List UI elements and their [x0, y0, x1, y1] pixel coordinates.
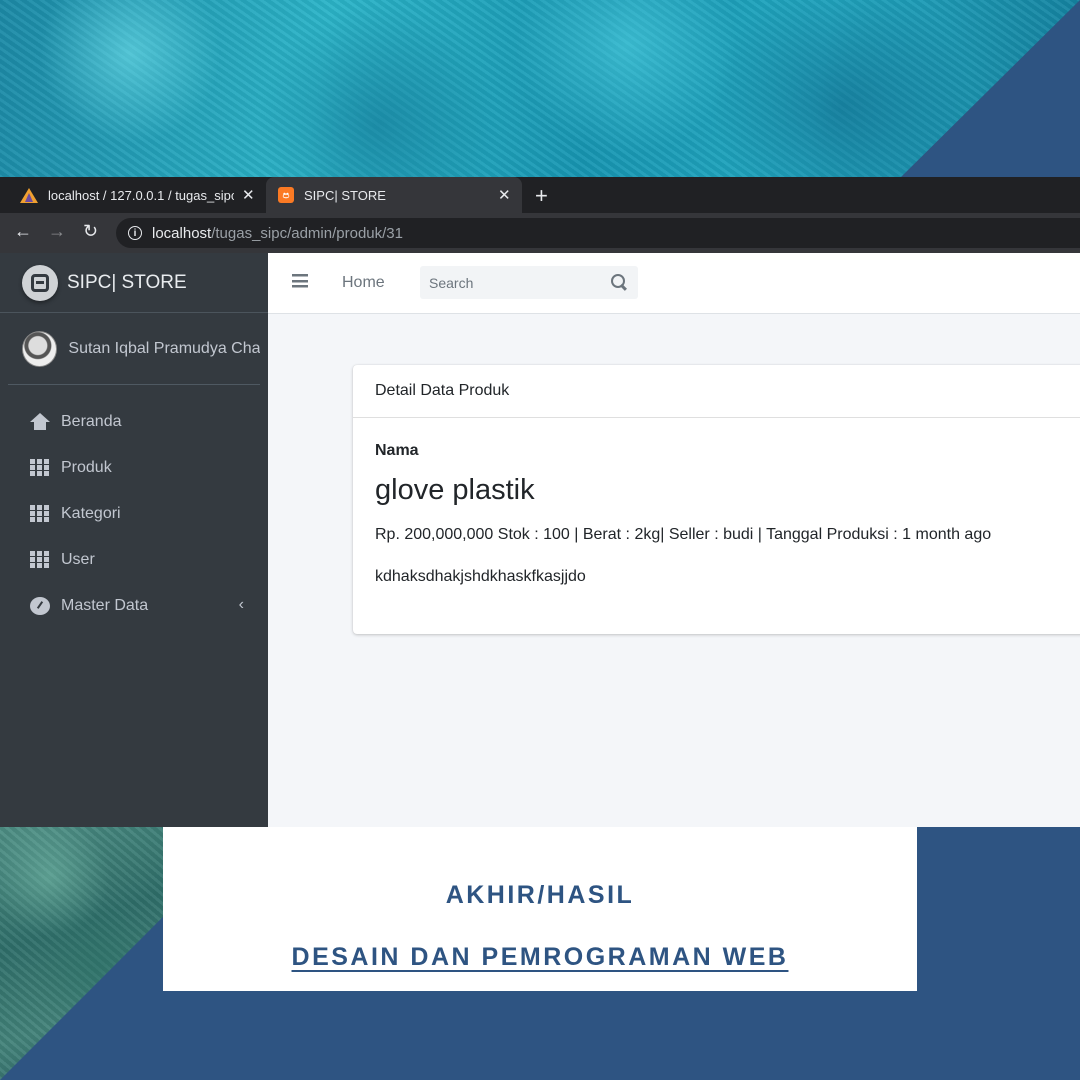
browser-tab-bar: localhost / 127.0.0.1 / tugas_sipc ✕ ප S… [0, 177, 1080, 213]
sidebar-item-produk[interactable]: Produk [0, 445, 268, 491]
sidebar-item-label: Beranda [61, 413, 122, 430]
url-path: /tugas_sipc/admin/produk/31 [211, 224, 403, 242]
background-texture-top [0, 0, 1080, 178]
banner-title: AKHIR/HASIL [445, 881, 635, 909]
sidebar: SIPC| STORE Sutan Iqbal Pramudya Cha Ber… [0, 253, 268, 827]
back-icon[interactable]: ← [14, 221, 32, 242]
close-icon[interactable]: ✕ [242, 186, 255, 204]
reload-icon[interactable]: ↻ [83, 221, 98, 242]
forward-icon[interactable]: → [48, 221, 66, 242]
sidebar-item-label: Master Data [61, 597, 149, 614]
tab-title: localhost / 127.0.0.1 / tugas_sipc [48, 187, 234, 203]
top-navbar: Home [268, 253, 1080, 314]
tab-title: SIPC| STORE [304, 187, 386, 203]
chevron-left-icon: ‹ [238, 596, 244, 613]
field-label: Nama [375, 442, 419, 459]
brand-logo-icon [22, 264, 58, 301]
user-panel[interactable]: Sutan Iqbal Pramudya Cha [8, 313, 260, 385]
sidebar-item-kategori[interactable]: Kategori [0, 491, 268, 537]
sidebar-item-master-data[interactable]: Master Data ‹ [0, 583, 268, 629]
product-detail-card: Detail Data Produk Nama glove plastik Rp… [353, 365, 1080, 634]
home-icon [30, 413, 50, 431]
search-input[interactable] [420, 266, 600, 299]
avatar [22, 330, 58, 367]
card-body: Nama glove plastik Rp. 200,000,000 Stok … [353, 418, 1080, 610]
card-title: Detail Data Produk [353, 365, 1080, 418]
user-name: Sutan Iqbal Pramudya Cha [68, 339, 260, 357]
url-host: localhost [152, 224, 212, 242]
menu-toggle-icon[interactable] [292, 274, 308, 288]
background-texture-bottom [0, 826, 165, 1080]
brand-link[interactable]: SIPC| STORE [0, 253, 268, 313]
grid-icon [30, 551, 50, 569]
product-description: kdhaksdhakjshdkhaskfkasjjdo [375, 568, 586, 585]
nav-link-home[interactable]: Home [342, 274, 385, 292]
caption-banner: AKHIR/HASIL DESAIN DAN PEMROGRAMAN WEB [163, 827, 917, 991]
grid-icon [30, 505, 50, 523]
address-bar[interactable]: i localhost/tugas_sipc/admin/produk/31 [116, 218, 1080, 248]
gauge-icon [30, 597, 50, 615]
sidebar-item-label: Produk [61, 459, 112, 476]
product-name: glove plastik [375, 474, 535, 506]
sidebar-item-beranda[interactable]: Beranda [0, 399, 268, 445]
content-wrapper: Detail Data Produk Nama glove plastik Rp… [268, 314, 1080, 827]
banner-subtitle: DESAIN DAN PEMROGRAMAN WEB [291, 943, 789, 971]
sidebar-item-label: Kategori [61, 505, 121, 522]
sidebar-item-label: User [61, 551, 95, 568]
info-icon[interactable]: i [128, 226, 142, 240]
browser-tab-phpmyadmin[interactable]: localhost / 127.0.0.1 / tugas_sipc ✕ [0, 177, 266, 213]
close-icon[interactable]: ✕ [498, 186, 511, 204]
new-tab-icon[interactable]: + [535, 183, 548, 209]
brand-text: SIPC| STORE [67, 271, 187, 293]
sidebar-menu: Beranda Produk Kategori User Master Data… [0, 385, 268, 629]
browser-toolbar: ← → ↻ i localhost/tugas_sipc/admin/produ… [0, 213, 1080, 253]
search-icon[interactable] [611, 274, 628, 291]
grid-icon [30, 459, 50, 477]
xampp-icon: ප [278, 187, 294, 203]
product-meta: Rp. 200,000,000 Stok : 100 | Berat : 2kg… [375, 526, 992, 543]
browser-tab-sipc-store[interactable]: ප SIPC| STORE ✕ [266, 177, 522, 213]
phpmyadmin-icon [20, 187, 38, 203]
search-form [420, 266, 638, 299]
sidebar-item-user[interactable]: User [0, 537, 268, 583]
